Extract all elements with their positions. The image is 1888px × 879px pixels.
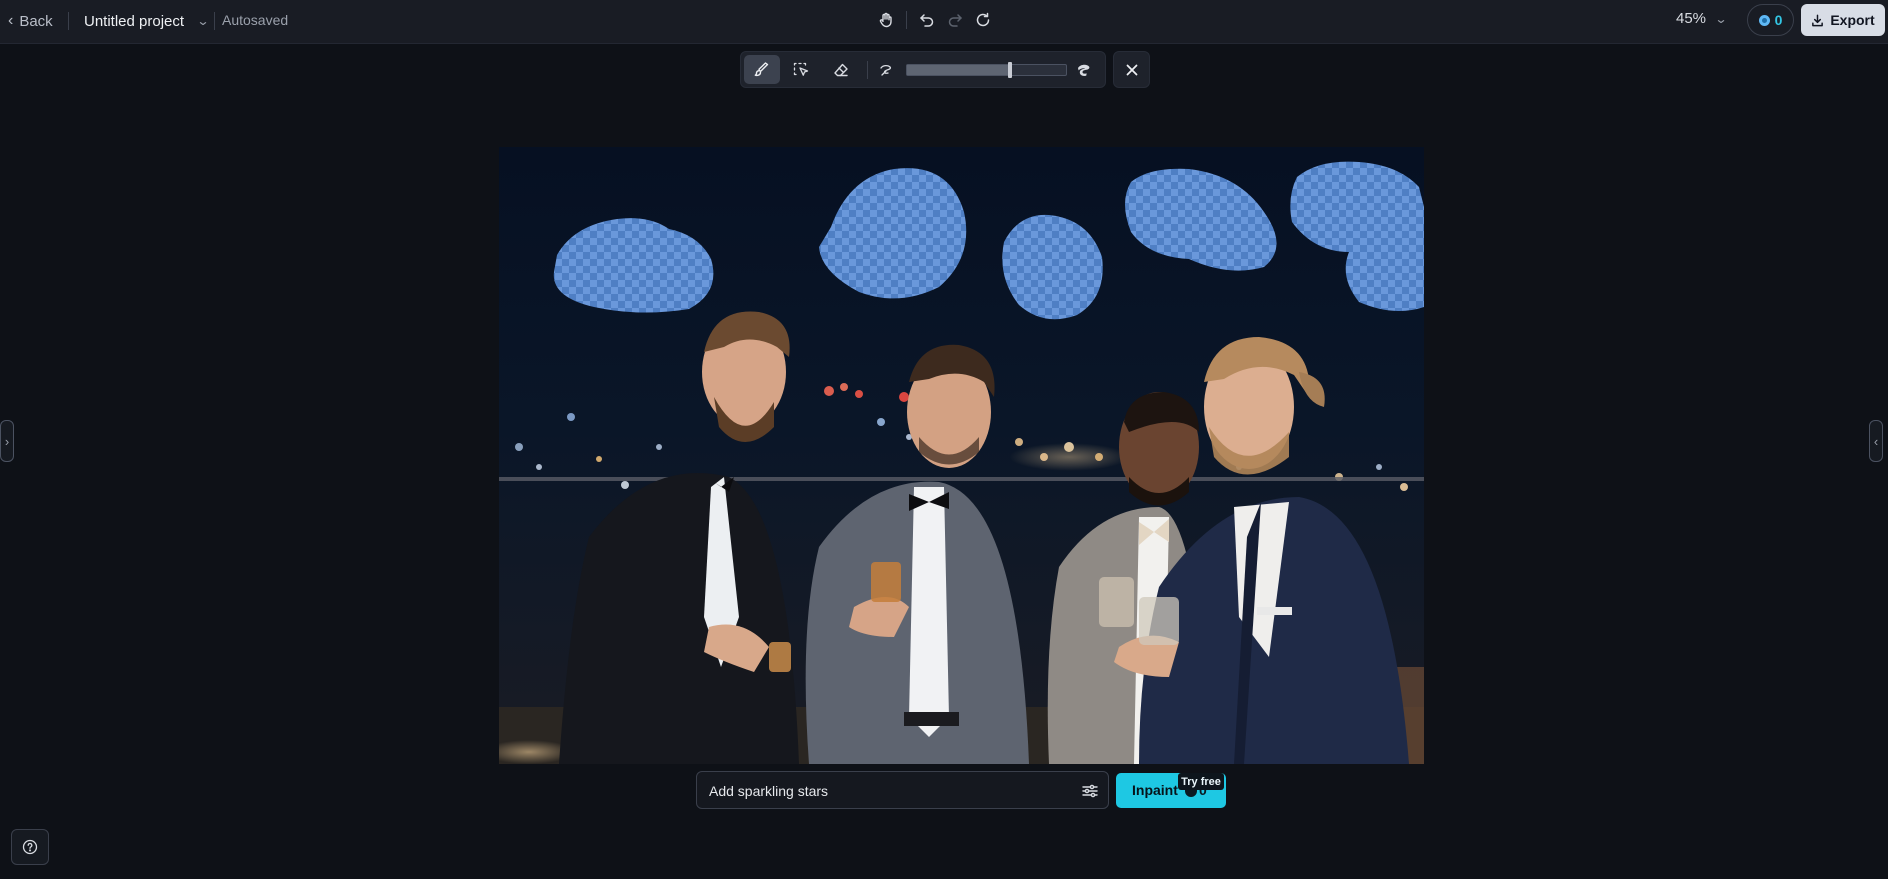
- slider-fill: [907, 65, 1011, 75]
- select-icon: [793, 62, 808, 76]
- eraser-icon: [834, 63, 848, 76]
- credits-badge[interactable]: 0: [1747, 4, 1794, 36]
- chevron-left-icon: ‹: [8, 12, 14, 29]
- brush-icon: [754, 61, 769, 76]
- brush-size-small-icon: [877, 61, 895, 79]
- prompt-field: [696, 771, 1109, 809]
- divider: [867, 61, 868, 79]
- undo-icon[interactable]: [913, 8, 941, 32]
- inpaint-label: Inpaint: [1132, 782, 1178, 798]
- back-label: Back: [19, 12, 53, 30]
- left-panel-toggle[interactable]: ›: [0, 420, 14, 462]
- reset-icon[interactable]: [969, 8, 997, 32]
- save-status: Autosaved: [222, 12, 289, 28]
- project-name: Untitled project: [84, 12, 185, 30]
- export-button[interactable]: Export: [1801, 4, 1885, 36]
- project-name-dropdown[interactable]: Untitled project ⌄: [84, 10, 210, 32]
- eraser-tool-button[interactable]: [823, 55, 859, 84]
- zoom-level: 45%: [1676, 10, 1707, 27]
- brush-toolbar: [740, 51, 1106, 88]
- redo-icon[interactable]: [941, 8, 969, 32]
- coin-icon: [1758, 14, 1770, 26]
- photo-image: [499, 147, 1424, 764]
- right-panel-toggle[interactable]: ‹: [1869, 420, 1883, 462]
- divider: [68, 12, 69, 30]
- export-label: Export: [1830, 12, 1875, 28]
- brush-tool-button[interactable]: [744, 55, 780, 84]
- chevron-left-icon: ‹: [1873, 433, 1879, 449]
- credits-count: 0: [1774, 12, 1783, 28]
- history-tools: [872, 8, 997, 32]
- chevron-right-icon: ›: [4, 433, 10, 449]
- divider: [214, 12, 215, 30]
- hand-icon[interactable]: [872, 8, 900, 32]
- help-button[interactable]: [11, 829, 49, 865]
- image-canvas[interactable]: [499, 147, 1424, 764]
- back-button[interactable]: ‹ Back: [8, 10, 53, 32]
- chevron-down-icon: ⌄: [1714, 11, 1728, 26]
- prompt-input[interactable]: [709, 780, 1059, 802]
- settings-sliders-icon[interactable]: [1080, 781, 1100, 801]
- select-tool-button[interactable]: [783, 55, 819, 84]
- download-icon: [1812, 14, 1824, 26]
- help-icon: [22, 839, 38, 855]
- divider: [906, 11, 907, 29]
- close-inpaint-button[interactable]: [1113, 51, 1150, 88]
- brush-size-large-icon: [1074, 60, 1094, 80]
- try-free-badge: Try free: [1178, 773, 1224, 790]
- close-icon: [1126, 64, 1137, 75]
- zoom-dropdown[interactable]: 45% ⌄: [1676, 10, 1728, 27]
- chevron-down-icon: ⌄: [196, 14, 210, 28]
- top-bar: ‹ Back Untitled project ⌄ Autosaved 45% …: [0, 0, 1888, 44]
- railing: [499, 477, 1424, 481]
- slider-thumb[interactable]: [1008, 62, 1013, 78]
- brush-size-slider[interactable]: [906, 62, 1067, 78]
